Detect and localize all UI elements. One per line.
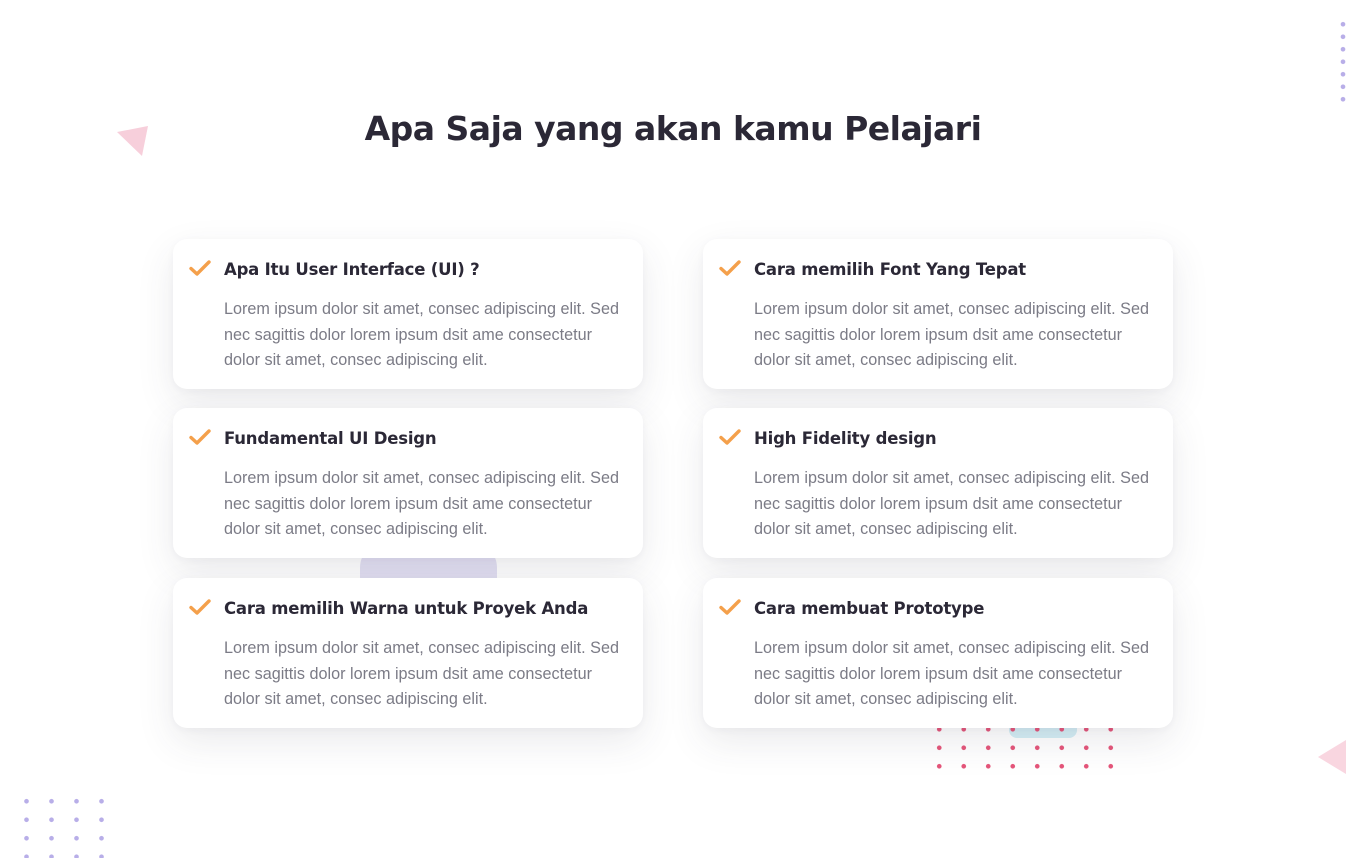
topic-description: Lorem ipsum dolor sit amet, consec adipi…	[754, 300, 1149, 370]
check-icon	[719, 260, 741, 276]
decor-purple-dot-grid-bottom-left	[14, 792, 104, 858]
topic-description: Lorem ipsum dolor sit amet, consec adipi…	[224, 639, 619, 709]
topic-card: Cara membuat Prototype Lorem ipsum dolor…	[703, 578, 1173, 728]
topic-title: High Fidelity design	[754, 429, 937, 448]
section-title: Apa Saja yang akan kamu Pelajari	[364, 109, 982, 148]
topic-description: Lorem ipsum dolor sit amet, consec adipi…	[754, 639, 1149, 709]
check-icon	[189, 260, 211, 276]
check-icon	[719, 599, 741, 615]
check-icon	[719, 429, 741, 445]
topic-description: Lorem ipsum dolor sit amet, consec adipi…	[754, 469, 1149, 539]
topic-title: Fundamental UI Design	[224, 429, 437, 448]
decor-purple-dot-column-top-right	[1337, 18, 1346, 104]
topic-title: Cara memilih Font Yang Tepat	[754, 260, 1026, 279]
topic-card: Apa Itu User Interface (UI) ? Lorem ipsu…	[173, 239, 643, 389]
topic-title: Apa Itu User Interface (UI) ?	[224, 260, 480, 279]
check-icon	[189, 599, 211, 615]
topic-card: Cara memilih Warna untuk Proyek Anda Lor…	[173, 578, 643, 728]
topic-title: Cara membuat Prototype	[754, 599, 985, 618]
topic-card: Cara memilih Font Yang Tepat Lorem ipsum…	[703, 239, 1173, 389]
topic-card: High Fidelity design Lorem ipsum dolor s…	[703, 408, 1173, 558]
check-icon	[189, 429, 211, 445]
topic-description: Lorem ipsum dolor sit amet, consec adipi…	[224, 300, 619, 370]
decor-pink-triangle-right	[1318, 740, 1346, 774]
topic-card: Fundamental UI Design Lorem ipsum dolor …	[173, 408, 643, 558]
topic-description: Lorem ipsum dolor sit amet, consec adipi…	[224, 469, 619, 539]
topic-title: Cara memilih Warna untuk Proyek Anda	[224, 599, 589, 618]
